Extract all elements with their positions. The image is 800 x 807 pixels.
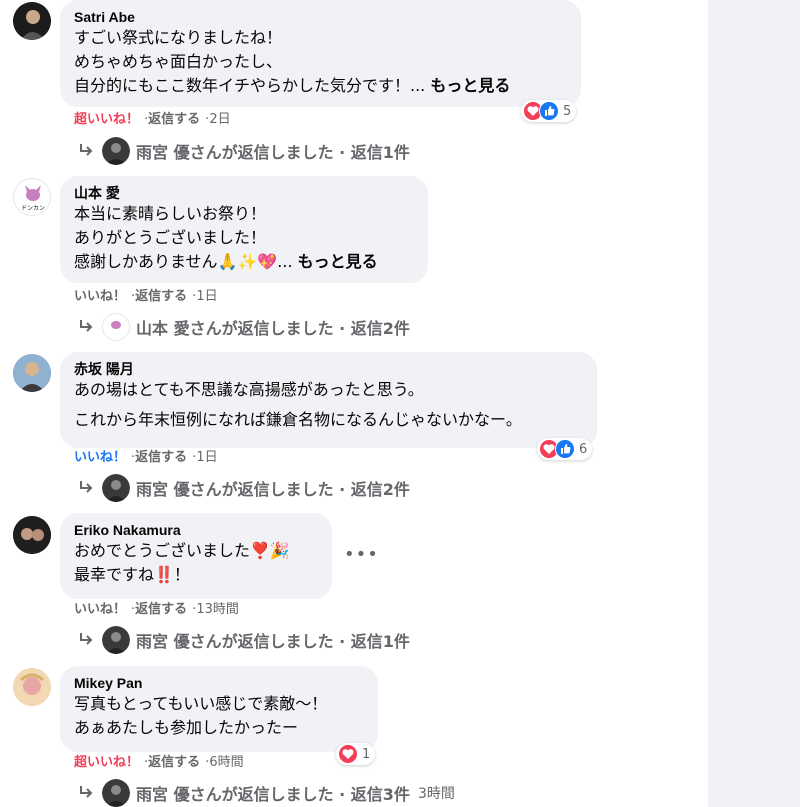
reaction-summary[interactable]: 5: [521, 100, 577, 122]
comment-timestamp[interactable]: 2日: [209, 112, 230, 127]
comment-timestamp[interactable]: 13時間: [196, 602, 239, 617]
right-sidebar: [708, 0, 800, 807]
replies-summary: 雨宮 優さんが返信しました · 返信1件: [136, 143, 410, 162]
comment-author[interactable]: Eriko Nakamura: [74, 521, 318, 539]
see-more-link[interactable]: もっと見る: [430, 76, 510, 95]
replies-summary: 山本 愛さんが返信しました · 返信2件: [136, 319, 410, 338]
comment-actions: いいね！ ·返信する ·13時間: [74, 602, 239, 618]
reply-arrow-icon: [80, 786, 93, 798]
see-more-link[interactable]: もっと見る: [298, 252, 378, 271]
avatar[interactable]: [13, 516, 51, 554]
view-replies-link[interactable]: 雨宮 優さんが返信しました · 返信1件: [76, 626, 410, 654]
reaction-count: 6: [579, 441, 588, 457]
reply-arrow-icon: [80, 144, 93, 156]
reaction-summary[interactable]: 1: [336, 743, 376, 765]
view-replies-link[interactable]: 雨宮 優さんが返信しました · 返信1件: [76, 137, 410, 165]
comment-bubble: Mikey Pan 写真もとってもいい感じで素敵〜！ あぁあたしも参加したかった…: [60, 666, 378, 752]
avatar[interactable]: [13, 668, 51, 706]
reply-button[interactable]: 返信する: [148, 112, 200, 127]
reaction-button[interactable]: いいね！: [74, 602, 126, 617]
comment-bubble: 赤坂 陽月 あの場はとても不思議な高揚感があったと思う。 これから年末恒例になれ…: [60, 352, 597, 448]
reply-arrow-icon: [80, 320, 93, 332]
comment-text-line: 自分的にもここ数年イチやらかした気分です！... もっと見る: [74, 74, 567, 98]
comment-text-line: 感謝しかありません🙏✨💖... もっと見る: [74, 250, 414, 274]
reaction-button[interactable]: いいね！: [74, 450, 126, 465]
comment-author[interactable]: 赤坂 陽月: [74, 360, 583, 378]
comment-author[interactable]: Satri Abe: [74, 8, 567, 26]
reaction-button[interactable]: 超いいね！: [74, 755, 139, 770]
comment-bubble: 山本 愛 本当に素晴らしいお祭り！ ありがとうございました！ 感謝しかありません…: [60, 176, 428, 283]
reply-arrow-icon: [80, 481, 93, 493]
replier-avatar: [102, 779, 130, 807]
comment-text-line: めちゃめちゃ面白かったし、: [74, 52, 283, 71]
comment-text: 感謝しかありません🙏✨💖...: [74, 252, 293, 271]
reply-arrow-icon: [80, 633, 93, 645]
avatar[interactable]: [13, 354, 51, 392]
reply-timestamp: 3時間: [417, 786, 455, 802]
comment-actions: いいね！ ·返信する ·1日: [74, 289, 218, 305]
comment-timestamp[interactable]: 1日: [196, 289, 217, 304]
reaction-count: 1: [362, 746, 371, 762]
svg-text:ドンカン: ドンカン: [21, 205, 45, 212]
comment-text-line: おめでとうございました❣️🎉: [74, 541, 290, 560]
replier-avatar: [102, 474, 130, 502]
view-replies-link[interactable]: 山本 愛さんが返信しました · 返信2件: [76, 313, 410, 341]
reply-button[interactable]: 返信する: [148, 755, 200, 770]
reply-button[interactable]: 返信する: [135, 602, 187, 617]
comment-bubble: Eriko Nakamura おめでとうございました❣️🎉 最幸ですね‼️！: [60, 513, 332, 599]
reply-button[interactable]: 返信する: [135, 450, 187, 465]
reply-button[interactable]: 返信する: [135, 289, 187, 304]
comment-actions: 超いいね！ ·返信する ·6時間: [74, 755, 244, 771]
comment-text-line: すごい祭式になりましたね！: [74, 28, 283, 47]
comment-timestamp[interactable]: 6時間: [209, 755, 243, 770]
replier-avatar: [102, 137, 130, 165]
comment-actions: 超いいね！ ·返信する ·2日: [74, 112, 231, 128]
comment-author[interactable]: 山本 愛: [74, 184, 414, 202]
comment-text-line: ありがとうございました！: [74, 228, 267, 247]
reaction-button[interactable]: いいね！: [74, 289, 126, 304]
avatar[interactable]: ドンカン: [13, 178, 51, 216]
comment-text-line: あの場はとても不思議な高揚感があったと思う。: [74, 380, 424, 399]
comment-author[interactable]: Mikey Pan: [74, 674, 364, 692]
replies-summary: 雨宮 優さんが返信しました · 返信1件: [136, 632, 410, 651]
avatar[interactable]: [13, 2, 51, 40]
comment-text-line: これから年末恒例になれば鎌倉名物になるんじゃないかなー。: [74, 410, 522, 429]
replies-summary: 雨宮 優さんが返信しました · 返信3件: [136, 785, 410, 804]
love-icon: [338, 744, 358, 764]
comment-text-line: あぁあたしも参加したかったー: [74, 718, 299, 737]
reaction-button[interactable]: 超いいね！: [74, 112, 139, 127]
comment-timestamp[interactable]: 1日: [196, 450, 217, 465]
view-replies-link[interactable]: 雨宮 優さんが返信しました · 返信3件 3時間: [76, 779, 455, 807]
comment-text-line: 本当に素晴らしいお祭り！: [74, 204, 267, 223]
replier-avatar: [102, 313, 130, 341]
comment-text: 自分的にもここ数年イチやらかした気分です！...: [74, 76, 426, 95]
like-icon: [555, 439, 575, 459]
view-replies-link[interactable]: 雨宮 優さんが返信しました · 返信2件: [76, 474, 410, 502]
comment-text-line: 最幸ですね‼️！: [74, 565, 190, 584]
replier-avatar: [102, 626, 130, 654]
comment-actions: いいね！ ·返信する ·1日: [74, 450, 218, 466]
comment-bubble: Satri Abe すごい祭式になりましたね！ めちゃめちゃ面白かったし、 自分…: [60, 0, 581, 107]
comment-text-line: 写真もとってもいい感じで素敵〜！: [74, 694, 328, 713]
reaction-count: 5: [563, 103, 572, 119]
like-icon: [539, 101, 559, 121]
more-options-icon[interactable]: •••: [344, 546, 379, 564]
reaction-summary[interactable]: 6: [537, 438, 593, 460]
replies-summary: 雨宮 優さんが返信しました · 返信2件: [136, 480, 410, 499]
